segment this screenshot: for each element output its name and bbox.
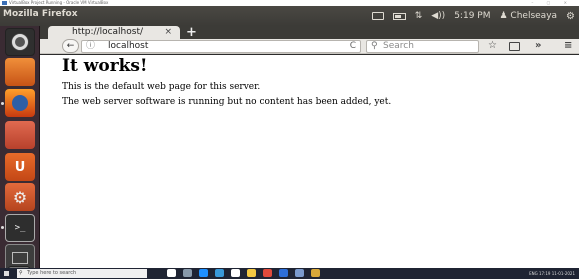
ubuntu-top-panel: Mozilla Firefox ⇅ ◀)) 5:19 PM ♟ Chelseay… <box>0 6 579 26</box>
file-explorer-icon[interactable] <box>247 269 256 277</box>
outlook-icon[interactable] <box>231 269 240 277</box>
terminal-icon[interactable]: >_ <box>5 214 35 242</box>
virtualbox-icon <box>2 1 7 5</box>
libreoffice-icon[interactable] <box>5 121 35 149</box>
edge-icon[interactable] <box>199 269 208 277</box>
dash-icon[interactable] <box>5 28 35 56</box>
overflow-menu-icon[interactable]: » <box>535 39 541 53</box>
search-placeholder: Search <box>383 41 414 51</box>
person-icon: ♟ <box>499 11 508 21</box>
navigation-toolbar: ← ⓘ localhost C ⚲ Search ☆ » ≡ <box>40 39 579 54</box>
library-icon[interactable] <box>509 42 520 51</box>
search-bar[interactable]: ⚲ Search <box>366 40 479 53</box>
tab-title: http://localhost/ <box>72 27 144 37</box>
windows-start-icon[interactable] <box>4 271 9 276</box>
reload-icon[interactable]: C <box>350 41 356 52</box>
active-app-title: Mozilla Firefox <box>3 9 78 19</box>
taskbar-search-placeholder: Type here to search <box>27 270 77 276</box>
task-view-icon[interactable] <box>183 269 192 277</box>
indicator-area: ⇅ ◀)) 5:19 PM ♟ Chelseaya ⚙ <box>371 6 579 26</box>
tab-strip: http://localhost/ × + <box>40 25 579 40</box>
page-heading: It works! <box>62 56 148 76</box>
page-line-2: The web server software is running but n… <box>62 97 392 107</box>
chrome-icon[interactable] <box>263 269 272 277</box>
clock[interactable]: 5:19 PM <box>454 11 490 21</box>
page-line-1: This is the default web page for this se… <box>62 82 261 92</box>
search-icon: ⚲ <box>371 41 378 51</box>
site-info-icon[interactable]: ⓘ <box>86 41 95 52</box>
word-icon[interactable] <box>279 269 288 277</box>
network-indicator-icon[interactable]: ⇅ <box>415 11 423 21</box>
folder-icon[interactable] <box>311 269 320 277</box>
volume-indicator-icon[interactable]: ◀)) <box>431 11 445 21</box>
virtualbox-taskbar-icon[interactable] <box>295 269 304 277</box>
system-tray[interactable]: ENG 17:19 11-01-2021 <box>529 268 575 279</box>
hamburger-menu-icon[interactable]: ≡ <box>564 39 572 53</box>
active-indicator <box>1 102 4 105</box>
store-icon[interactable] <box>215 269 224 277</box>
user-name: Chelseaya <box>510 11 558 21</box>
new-tab-button[interactable]: + <box>186 25 197 40</box>
back-button[interactable]: ← <box>62 39 79 53</box>
firefox-icon[interactable] <box>5 89 35 117</box>
url-bar[interactable]: ⓘ localhost C <box>81 40 361 53</box>
active-indicator <box>1 226 4 229</box>
cortana-icon[interactable] <box>167 269 176 277</box>
mail-indicator-icon[interactable] <box>371 12 384 20</box>
page-content: It works! This is the default web page f… <box>40 55 579 268</box>
bookmark-star-icon[interactable]: ☆ <box>488 39 497 53</box>
search-icon: ⚲ <box>19 270 23 276</box>
unity-launcher: U ⚙ >_ <box>0 26 40 279</box>
taskbar-apps <box>167 269 320 277</box>
taskbar-search-input[interactable]: ⚲ Type here to search <box>17 269 147 278</box>
close-tab-icon[interactable]: × <box>164 26 172 39</box>
settings-icon[interactable]: ⚙ <box>5 183 35 211</box>
software-center-icon[interactable]: U <box>5 153 35 181</box>
url-text[interactable]: localhost <box>108 41 148 52</box>
host-window-title: VirtualBox Project Running - Oracle VM V… <box>9 0 109 5</box>
windows-taskbar: ⚲ Type here to search ENG 17:19 11-01-20… <box>0 268 579 279</box>
files-icon[interactable] <box>5 58 35 86</box>
gear-icon[interactable]: ⚙ <box>566 11 575 22</box>
tab-localhost[interactable]: http://localhost/ × <box>48 26 180 39</box>
battery-indicator-icon[interactable] <box>392 12 406 20</box>
user-menu[interactable]: ♟ Chelseaya <box>499 11 557 21</box>
